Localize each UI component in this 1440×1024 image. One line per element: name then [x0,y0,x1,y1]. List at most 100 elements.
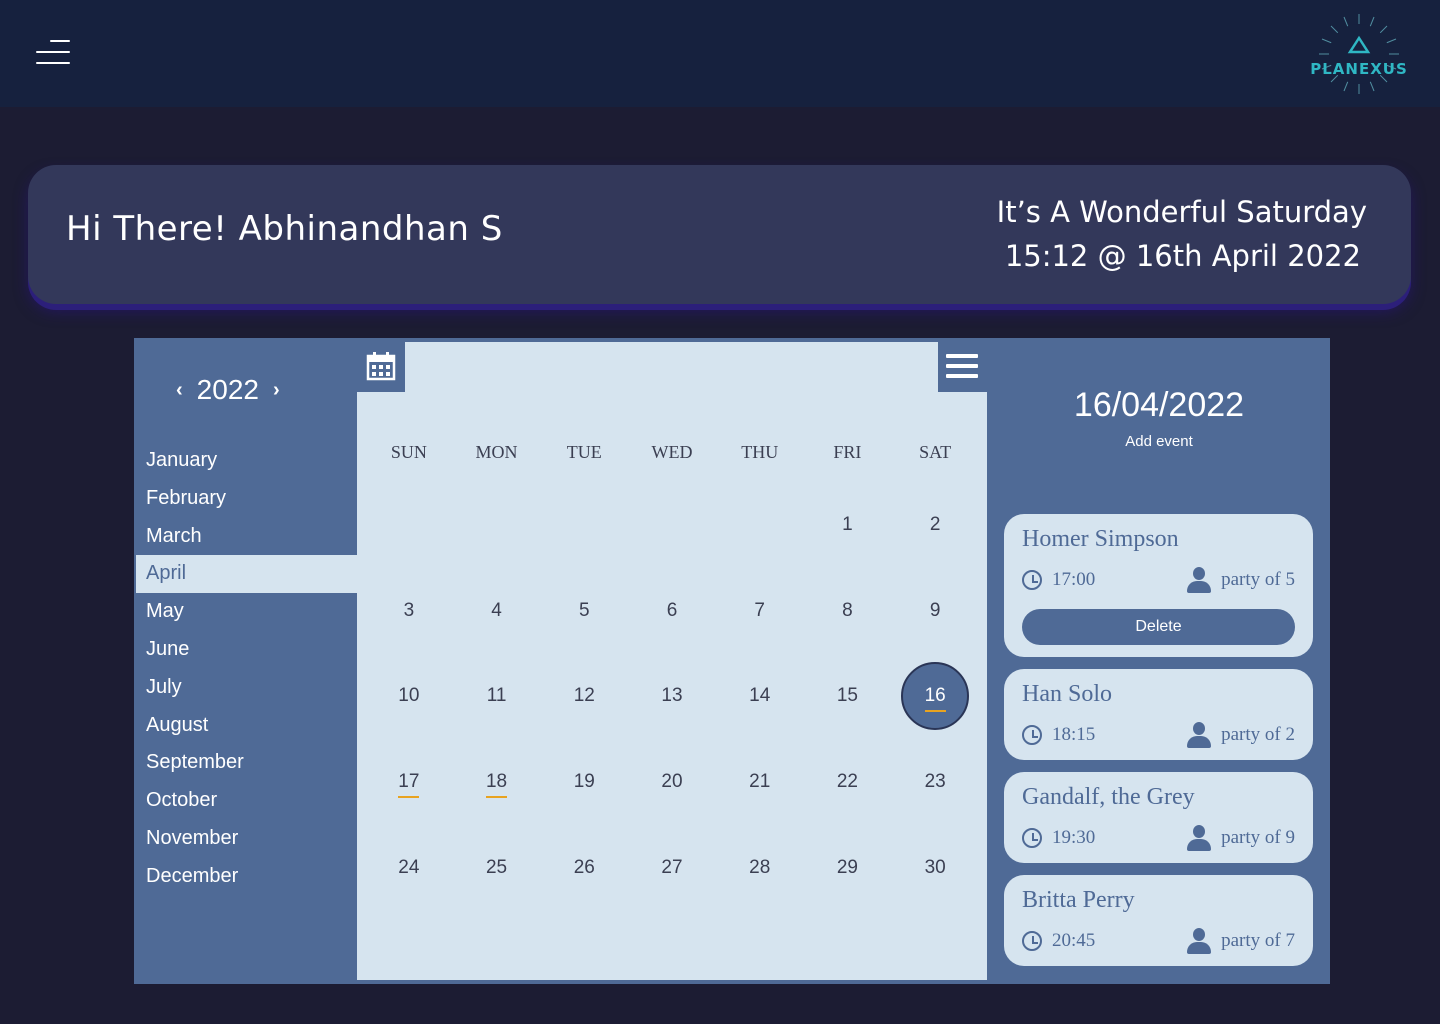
day-cell-11[interactable]: 11 [453,653,541,739]
day-cell-19[interactable]: 19 [540,739,628,825]
day-number: 12 [573,685,595,707]
selected-date: 16/04/2022 [1073,386,1245,424]
event-card[interactable]: Britta Perry 20:45 party of 7 [1004,875,1313,966]
day-cell-26[interactable]: 26 [540,825,628,911]
day-cell-23[interactable]: 23 [891,739,979,825]
list-view-icon[interactable] [946,354,978,382]
day-cell-18[interactable]: 18 [453,739,541,825]
day-cell-21[interactable]: 21 [716,739,804,825]
party-size: party of 2 [1221,724,1295,745]
day-cell-22[interactable]: 22 [804,739,892,825]
month-item-november[interactable]: November [136,820,357,858]
month-item-july[interactable]: July [136,669,357,707]
event-details-row: 18:15 party of 2 [1022,722,1295,748]
year-label: 2022 [196,374,259,405]
day-number: 8 [842,599,853,621]
person-icon [1187,722,1212,748]
day-cell-1[interactable]: 1 [804,482,892,568]
event-card[interactable]: Gandalf, the Grey 19:30 party of 9 [1004,772,1313,863]
day-cell-10[interactable]: 10 [365,653,453,739]
logo-burst-icon [1319,14,1399,94]
day-cell-28[interactable]: 28 [716,825,804,911]
month-item-june[interactable]: June [136,631,357,669]
month-item-december[interactable]: December [136,858,357,896]
weekday-label: WED [651,442,693,462]
event-details-row: 20:45 party of 7 [1022,928,1295,954]
day-cell-30[interactable]: 30 [891,825,979,911]
day-cell-25[interactable]: 25 [453,825,541,911]
day-cell-17[interactable]: 17 [365,739,453,825]
clock-icon [1022,725,1042,745]
day-number: 9 [929,599,941,621]
event-time: 20:45 [1052,930,1096,951]
day-cell-7[interactable]: 7 [716,568,804,654]
day-cell-24[interactable]: 24 [365,825,453,911]
day-cell-29[interactable]: 29 [804,825,892,911]
day-grid: 1 2 3 4 5 6 7 8 9 10 11 12 13 14 15 16 17 18 19 20 21 22 23 24 2… [365,482,979,910]
month-item-may[interactable]: May [136,593,357,631]
month-item-september[interactable]: September [136,744,357,782]
add-event-link[interactable]: Add event [1014,433,1304,450]
event-name: Gandalf, the Grey [1022,784,1195,810]
chevron-left-icon[interactable]: ‹ [176,379,183,402]
day-number: 2 [929,513,941,535]
empty-day-cell [453,482,541,568]
weekday-label: SUN [390,442,427,462]
day-cell-15[interactable]: 15 [804,653,892,739]
day-cell-27[interactable]: 27 [628,825,716,911]
month-item-april[interactable]: April [136,555,357,594]
person-icon [1187,567,1212,593]
day-line: It’s A Wonderful Saturday [996,195,1367,229]
clock-icon [1022,828,1042,848]
chevron-right-icon[interactable]: › [273,379,280,402]
day-number: 26 [573,856,595,878]
event-card[interactable]: Han Solo 18:15 party of 2 [1004,669,1313,760]
empty-day-cell [365,482,453,568]
month-item-march[interactable]: March [136,518,357,556]
day-cell-14[interactable]: 14 [716,653,804,739]
day-cell-5[interactable]: 5 [540,568,628,654]
day-cell-8[interactable]: 8 [804,568,892,654]
person-icon [1187,928,1212,954]
day-cell-9[interactable]: 9 [891,568,979,654]
party-size: party of 9 [1221,827,1295,848]
delete-button[interactable]: Delete [1022,609,1295,645]
day-cell-16[interactable]: 16 [891,653,979,739]
clock-icon [1022,931,1042,951]
day-number: 5 [578,599,590,621]
event-list: Homer Simpson 17:00 party of 5 Delete Han So… [1004,514,1313,978]
empty-day-cell [540,482,628,568]
event-time: 17:00 [1052,569,1096,590]
month-item-january[interactable]: January [136,442,357,480]
month-item-october[interactable]: October [136,782,357,820]
greeting-card: Hi There! Abhinandhan S It’s A Wonderful… [28,165,1411,304]
day-cell-20[interactable]: 20 [628,739,716,825]
day-number: 19 [573,770,595,792]
day-cell-4[interactable]: 4 [453,568,541,654]
year-navigator: ‹ 2022 › [176,374,280,406]
event-details-row: 19:30 party of 9 [1022,825,1295,851]
empty-day-cell [628,482,716,568]
weekday-label: FRI [833,442,862,462]
day-cell-3[interactable]: 3 [365,568,453,654]
event-name: Homer Simpson [1022,526,1179,552]
party-size: party of 7 [1221,930,1295,951]
time-line: 15:12 @ 16th April 2022 [1004,239,1361,273]
day-cell-6[interactable]: 6 [628,568,716,654]
weekday-label: TUE [566,442,602,462]
day-cell-12[interactable]: 12 [540,653,628,739]
hamburger-icon[interactable] [36,40,70,66]
weekday-label: MON [475,442,518,462]
event-card[interactable]: Homer Simpson 17:00 party of 5 Delete [1004,514,1313,657]
day-number: 3 [403,599,415,621]
month-item-february[interactable]: February [136,480,357,518]
day-cell-2[interactable]: 2 [891,482,979,568]
calendar-icon[interactable] [365,350,397,382]
weekday-label: THU [741,442,779,462]
day-number: 25 [485,856,508,878]
month-item-august[interactable]: August [136,707,357,745]
day-number: 30 [924,856,946,878]
party-size: party of 5 [1221,569,1295,590]
day-cell-13[interactable]: 13 [628,653,716,739]
day-number: 4 [491,599,502,621]
